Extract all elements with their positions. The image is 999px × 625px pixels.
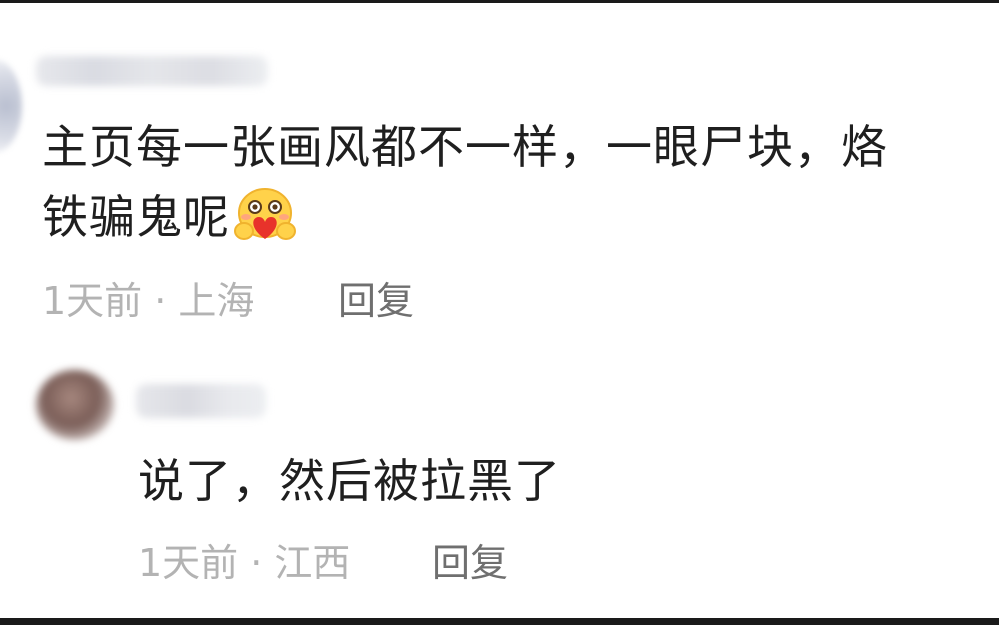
comment-thread: 主页每一张画风都不一样，一眼尸块，烙 铁骗鬼呢 1天前 · 上海 回复 说了，然… — [0, 0, 999, 625]
username-redacted[interactable] — [136, 384, 266, 418]
comment-body: 说了，然后被拉黑了 — [138, 454, 561, 508]
comment-meta: 1天前 · 江西 — [138, 541, 351, 585]
bottom-divider — [0, 618, 999, 625]
comment-meta: 1天前 · 上海 — [42, 279, 255, 323]
reply-button[interactable]: 回复 — [432, 538, 508, 588]
comment-text-line: 主页每一张画风都不一样，一眼尸块，烙 — [42, 120, 888, 174]
hug-heart-emoji-icon — [232, 187, 298, 243]
comment-text-line: 铁骗鬼呢 — [42, 190, 230, 244]
top-divider — [0, 0, 999, 3]
reply-button[interactable]: 回复 — [338, 276, 414, 326]
avatar[interactable] — [0, 60, 22, 152]
avatar[interactable] — [36, 370, 114, 440]
comment-body: 主页每一张画风都不一样，一眼尸块，烙 铁骗鬼呢 — [42, 112, 982, 252]
username-redacted[interactable] — [36, 56, 268, 86]
